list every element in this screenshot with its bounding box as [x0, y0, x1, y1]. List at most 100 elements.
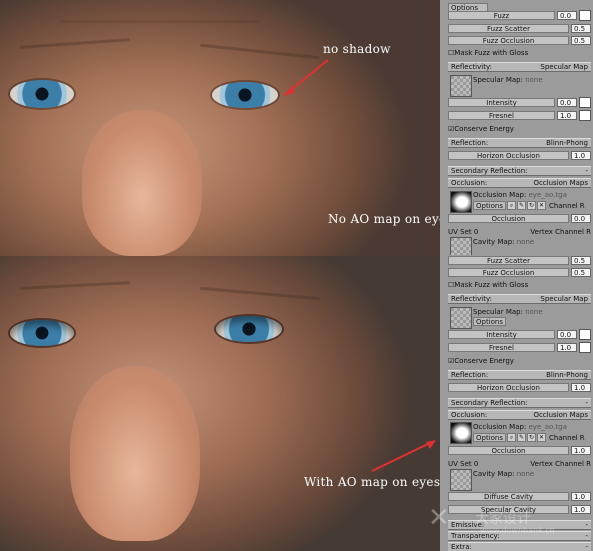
fresnel-color-swatch[interactable] — [579, 110, 591, 121]
channel-value[interactable]: R — [580, 202, 585, 210]
occlusion-map-thumbnail-bottom[interactable] — [450, 422, 472, 444]
uv-set-bottom[interactable]: UV Set 0 — [448, 460, 478, 468]
specular-options-button[interactable]: Options — [473, 317, 507, 326]
occlusion-mode[interactable]: Occlusion Maps — [533, 411, 588, 419]
conserve-energy-label: Conserve Energy — [454, 124, 514, 133]
specular-map-thumbnail-bottom[interactable] — [450, 307, 472, 329]
occlusion-map-label-bottom: Occlusion Map: eye_ao.tga — [473, 423, 567, 431]
reflection-header-bottom[interactable]: Reflection: Blinn-Phong — [448, 370, 591, 380]
occlusion-value-bottom[interactable]: 1.0 — [571, 446, 591, 455]
specular-cavity-value[interactable]: 1.0 — [571, 505, 591, 514]
watermark-url: www.downbank.cn — [480, 526, 555, 535]
uv-set[interactable]: UV Set 0 — [448, 228, 478, 236]
mask-fuzz-label: Mask Fuzz with Gloss — [454, 48, 529, 57]
channel-value[interactable]: R — [580, 434, 585, 442]
watermark-brand: 大家设计 — [475, 511, 531, 527]
intensity-color-swatch-bottom[interactable] — [579, 329, 591, 340]
occlusion-slider[interactable]: Occlusion — [448, 214, 569, 223]
occlusion-map-thumbnail[interactable] — [450, 191, 472, 213]
search-icon[interactable]: ⌕ — [507, 201, 517, 210]
specular-map-label-bottom: Specular Map: none — [473, 308, 543, 316]
reflection-mode[interactable]: Blinn-Phong — [546, 371, 588, 379]
collapse-icon[interactable]: - — [585, 543, 588, 551]
fresnel-slider[interactable]: Fresnel — [448, 111, 555, 120]
reflectivity-header[interactable]: Reflectivity: Specular Map — [448, 62, 591, 72]
refresh-icon[interactable]: ↻ — [527, 433, 537, 442]
reflectivity-mode[interactable]: Specular Map — [540, 63, 588, 71]
search-icon[interactable]: ⌕ — [507, 433, 517, 442]
fresnel-color-swatch-bottom[interactable] — [579, 342, 591, 353]
conserve-energy-label-bottom: Conserve Energy — [454, 356, 514, 365]
edit-icon[interactable]: ✎ — [517, 201, 527, 210]
material-panel-top: Options Fuzz 0.0 Fuzz Scatter 0.5 Fuzz O… — [440, 0, 593, 255]
occlusion-map-label: Occlusion Map: eye_ao.tga — [473, 191, 567, 199]
reflection-header[interactable]: Reflection: Blinn-Phong — [448, 138, 591, 148]
reflection-mode[interactable]: Blinn-Phong — [546, 139, 588, 147]
specular-map-thumbnail[interactable] — [450, 75, 472, 97]
occlusion-header-bottom[interactable]: Occlusion: Occlusion Maps — [448, 410, 591, 420]
horizon-occlusion-slider[interactable]: Horizon Occlusion — [448, 151, 569, 160]
collapse-icon[interactable]: - — [585, 532, 588, 540]
fuzz-occlusion-value[interactable]: 0.5 — [571, 36, 591, 45]
intensity-color-swatch[interactable] — [579, 97, 591, 108]
occlusion-title: Occlusion: — [451, 179, 488, 187]
reflectivity-mode[interactable]: Specular Map — [540, 295, 588, 303]
fresnel-slider-bottom[interactable]: Fresnel — [448, 343, 555, 352]
fuzz-occlusion-value-bottom[interactable]: 0.5 — [571, 268, 591, 277]
annotation-no-shadow: no shadow — [323, 42, 391, 56]
refresh-icon[interactable]: ↻ — [527, 201, 537, 210]
channel-label: Channel — [549, 433, 578, 442]
cavity-map-label-bottom: Cavity Map: none — [473, 470, 535, 478]
fresnel-value[interactable]: 1.0 — [557, 111, 577, 120]
fuzz-scatter-value-bottom[interactable]: 0.5 — [571, 256, 591, 265]
reflectivity-title: Reflectivity: — [451, 295, 492, 303]
reflectivity-title: Reflectivity: — [451, 63, 492, 71]
fuzz-scatter-value[interactable]: 0.5 — [571, 24, 591, 33]
cavity-map-thumbnail[interactable] — [450, 237, 472, 255]
fuzz-occlusion-slider[interactable]: Fuzz Occlusion — [448, 36, 569, 45]
secondary-reflection-header-bottom[interactable]: Secondary Reflection: - — [448, 398, 591, 408]
collapse-icon[interactable]: - — [585, 521, 588, 529]
occlusion-options-button[interactable]: Options — [473, 201, 507, 210]
fuzz-value[interactable]: 0.0 — [557, 11, 577, 20]
intensity-value-bottom[interactable]: 0.0 — [557, 330, 577, 339]
fuzz-scatter-slider-bottom[interactable]: Fuzz Scatter — [448, 256, 569, 265]
occlusion-header[interactable]: Occlusion: Occlusion Maps — [448, 178, 591, 188]
cavity-map-thumbnail-bottom[interactable] — [450, 469, 472, 491]
extra-title: Extra: — [451, 543, 472, 551]
horizon-occlusion-value[interactable]: 1.0 — [571, 151, 591, 160]
reflection-title: Reflection: — [451, 371, 489, 379]
extra-header[interactable]: Extra: - — [448, 542, 591, 551]
channel-label: Channel — [549, 201, 578, 210]
fuzz-occlusion-slider-bottom[interactable]: Fuzz Occlusion — [448, 268, 569, 277]
diffuse-cavity-slider[interactable]: Diffuse Cavity — [448, 492, 569, 501]
fuzz-scatter-slider[interactable]: Fuzz Scatter — [448, 24, 569, 33]
secondary-reflection-title: Secondary Reflection: — [451, 399, 528, 407]
comparison-image: no shadow No AO map on eyes With AO map … — [0, 0, 593, 551]
vertex-channel[interactable]: Vertex Channel R — [530, 228, 591, 236]
fuzz-slider[interactable]: Fuzz — [448, 11, 555, 20]
close-icon[interactable]: ✕ — [537, 201, 547, 210]
intensity-slider[interactable]: Intensity — [448, 98, 555, 107]
intensity-value[interactable]: 0.0 — [557, 98, 577, 107]
vertex-channel-bottom[interactable]: Vertex Channel R — [530, 460, 591, 468]
fresnel-value-bottom[interactable]: 1.0 — [557, 343, 577, 352]
occlusion-mode[interactable]: Occlusion Maps — [533, 179, 588, 187]
collapse-icon[interactable]: - — [585, 399, 588, 407]
edit-icon[interactable]: ✎ — [517, 433, 527, 442]
collapse-icon[interactable]: - — [585, 167, 588, 175]
horizon-occlusion-value-bottom[interactable]: 1.0 — [571, 383, 591, 392]
reflectivity-header-bottom[interactable]: Reflectivity: Specular Map — [448, 294, 591, 304]
occlusion-options-button-bottom[interactable]: Options — [473, 433, 507, 442]
watermark-logo-icon: ✕ — [428, 503, 450, 533]
secondary-reflection-header[interactable]: Secondary Reflection: - — [448, 166, 591, 176]
fuzz-color-swatch[interactable] — [579, 10, 591, 21]
intensity-slider-bottom[interactable]: Intensity — [448, 330, 555, 339]
occlusion-slider-bottom[interactable]: Occlusion — [448, 446, 569, 455]
occlusion-value[interactable]: 0.0 — [571, 214, 591, 223]
close-icon[interactable]: ✕ — [537, 433, 547, 442]
diffuse-cavity-value[interactable]: 1.0 — [571, 492, 591, 501]
reflection-title: Reflection: — [451, 139, 489, 147]
specular-map-label: Specular Map: none — [473, 76, 543, 84]
horizon-occlusion-slider-bottom[interactable]: Horizon Occlusion — [448, 383, 569, 392]
